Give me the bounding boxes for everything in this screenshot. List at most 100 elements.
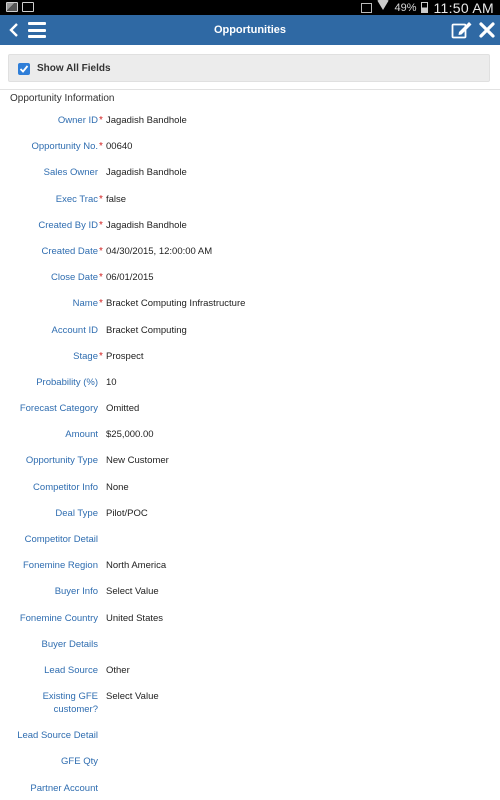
- field-label: Deal Type: [55, 507, 98, 519]
- field-row[interactable]: Lead Source Other: [0, 664, 500, 690]
- required-marker: *: [99, 219, 103, 231]
- field-value[interactable]: Bracket Computing: [106, 324, 187, 337]
- field-row[interactable]: Existing GFE customer? Select Value: [0, 690, 500, 729]
- field-label: Probability (%): [36, 376, 98, 388]
- required-marker: *: [99, 141, 103, 153]
- field-label: Lead Source Detail: [17, 730, 98, 742]
- status-bar: 49% 11:50 AM: [0, 0, 500, 16]
- field-label: Amount: [65, 429, 98, 441]
- field-label: Fonemine Country: [19, 612, 98, 624]
- chevron-left-icon[interactable]: [9, 23, 21, 37]
- field-value[interactable]: 06/01/2015: [106, 271, 154, 284]
- required-marker: *: [99, 272, 103, 284]
- app-header: Opportunities: [0, 15, 500, 45]
- field-row[interactable]: Buyer Info Select Value: [0, 585, 500, 611]
- field-label: Opportunity Type: [25, 455, 98, 467]
- field-row[interactable]: Amount $25,000.00: [0, 428, 500, 454]
- field-value[interactable]: New Customer: [106, 454, 169, 467]
- field-row[interactable]: Sales Owner Jagadish Bandhole: [0, 166, 500, 192]
- field-row[interactable]: Created Date * 04/30/2015, 12:00:00 AM: [0, 245, 500, 271]
- field-label: Created By ID: [38, 219, 98, 231]
- field-row[interactable]: Exec Trac * false: [0, 193, 500, 219]
- clock: 11:50 AM: [433, 0, 494, 16]
- field-row[interactable]: Forecast Category Omitted: [0, 402, 500, 428]
- field-value[interactable]: Pilot/POC: [106, 507, 148, 520]
- field-label: Name: [72, 298, 98, 310]
- field-value[interactable]: None: [106, 481, 129, 494]
- field-row[interactable]: Account ID Bracket Computing: [0, 324, 500, 350]
- field-value[interactable]: false: [106, 193, 126, 206]
- required-marker: *: [99, 350, 103, 362]
- field-row[interactable]: Opportunity No. * 00640: [0, 140, 500, 166]
- field-value[interactable]: 00640: [106, 140, 132, 153]
- field-row[interactable]: Fonemine Country United States: [0, 612, 500, 638]
- field-value[interactable]: Other: [106, 664, 130, 677]
- field-label: Stage: [73, 350, 98, 362]
- field-label: Forecast Category: [19, 403, 98, 415]
- field-row[interactable]: Name * Bracket Computing Infrastructure: [0, 297, 500, 323]
- field-list: Owner ID * Jagadish Bandhole Opportunity No…: [0, 114, 500, 800]
- field-label: Buyer Details: [41, 638, 99, 650]
- field-label: Partner Account: [30, 782, 98, 794]
- required-marker: *: [99, 245, 103, 257]
- field-value[interactable]: Jagadish Bandhole: [106, 219, 187, 232]
- field-label: Close Date: [51, 272, 98, 284]
- field-label: GFE Qty: [61, 756, 98, 768]
- gallery-notification-icon: [6, 2, 18, 12]
- field-row[interactable]: Opportunity Type New Customer: [0, 454, 500, 480]
- field-value[interactable]: Select Value: [106, 690, 159, 703]
- field-value[interactable]: United States: [106, 612, 163, 625]
- field-value[interactable]: 10: [106, 376, 117, 389]
- keyboard-notification-icon: [22, 2, 34, 12]
- battery-icon: [421, 2, 429, 13]
- field-row[interactable]: Probability (%) 10: [0, 376, 500, 402]
- field-row[interactable]: Partner Account: [0, 782, 500, 800]
- field-label: Account ID: [51, 324, 98, 336]
- wifi-icon: [377, 0, 390, 16]
- notification-icons: [6, 2, 34, 12]
- field-value[interactable]: Prospect: [106, 350, 144, 363]
- page-title: Opportunities: [213, 24, 287, 36]
- status-indicators: 49% 11:50 AM: [361, 0, 494, 16]
- show-all-fields-label: Show All Fields: [37, 63, 111, 74]
- field-label: Existing GFE customer?: [42, 691, 98, 716]
- field-value[interactable]: Jagadish Bandhole: [106, 114, 187, 127]
- field-row[interactable]: Buyer Details: [0, 638, 500, 664]
- field-row[interactable]: GFE Qty: [0, 755, 500, 781]
- required-marker: *: [99, 193, 103, 205]
- field-row[interactable]: Owner ID * Jagadish Bandhole: [0, 114, 500, 140]
- section-title: Opportunity Information: [10, 93, 115, 104]
- field-label: Competitor Detail: [24, 534, 98, 545]
- hamburger-menu-icon[interactable]: [28, 22, 46, 38]
- field-value[interactable]: 04/30/2015, 12:00:00 AM: [106, 245, 212, 258]
- edit-icon[interactable]: [451, 20, 473, 40]
- field-value[interactable]: $25,000.00: [106, 428, 154, 441]
- field-row[interactable]: Close Date * 06/01/2015: [0, 271, 500, 297]
- field-row[interactable]: Stage * Prospect: [0, 350, 500, 376]
- field-label: Opportunity No.: [31, 141, 98, 153]
- field-row[interactable]: Fonemine Region North America: [0, 559, 500, 585]
- required-marker: *: [99, 298, 103, 310]
- field-value[interactable]: Select Value: [106, 585, 159, 598]
- field-value[interactable]: Jagadish Bandhole: [106, 166, 187, 179]
- field-label: Fonemine Region: [23, 560, 98, 572]
- show-all-fields-toggle[interactable]: Show All Fields: [8, 54, 490, 82]
- field-label: Exec Trac: [55, 193, 98, 205]
- field-value[interactable]: Omitted: [106, 402, 139, 415]
- field-label: Created Date: [41, 245, 98, 257]
- field-label: Owner ID: [57, 115, 98, 126]
- field-row[interactable]: Lead Source Detail: [0, 729, 500, 755]
- mute-icon: [361, 2, 373, 13]
- show-all-fields-checkbox[interactable]: [18, 63, 30, 75]
- field-label: Competitor Info: [33, 481, 98, 493]
- field-row[interactable]: Deal Type Pilot/POC: [0, 507, 500, 533]
- required-marker: *: [99, 115, 103, 126]
- field-label: Sales Owner: [43, 167, 98, 179]
- close-icon[interactable]: [478, 20, 496, 40]
- field-value[interactable]: North America: [106, 559, 166, 572]
- field-row[interactable]: Competitor Detail: [0, 533, 500, 559]
- field-value[interactable]: Bracket Computing Infrastructure: [106, 297, 245, 310]
- divider: [0, 89, 500, 90]
- field-row[interactable]: Created By ID * Jagadish Bandhole: [0, 219, 500, 245]
- field-row[interactable]: Competitor Info None: [0, 481, 500, 507]
